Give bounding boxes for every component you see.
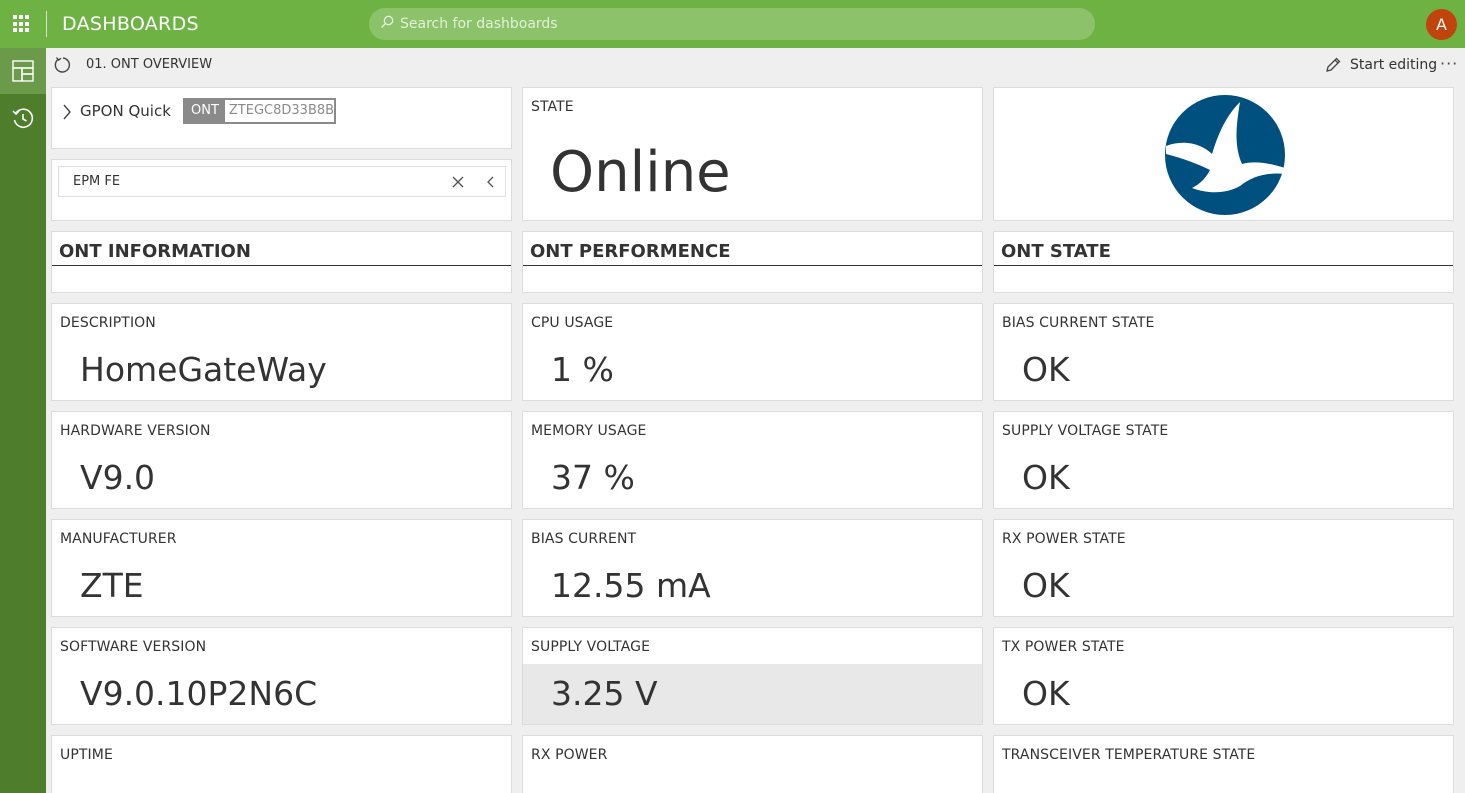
tile-value: V9.0.10P2N6C [80,674,318,713]
tile-value: OK [1022,350,1070,389]
transceiver-temperature-state-tile[interactable]: TRANSCEIVER TEMPERATURE STATE [993,735,1454,793]
tile-label: DESCRIPTION [60,315,156,331]
chip-key: ONT [185,100,225,122]
dashboards-icon [12,60,34,82]
dashboard-title: 01. ONT OVERVIEW [86,57,213,72]
logo-tile [993,87,1454,221]
bias-current-tile[interactable]: BIAS CURRENT 12.55 mA [522,519,983,617]
tile-label: CPU USAGE [531,315,614,331]
tile-value: 3.25 V [551,674,658,713]
tile-label: SUPPLY VOLTAGE STATE [1002,423,1169,439]
hardware-version-tile[interactable]: HARDWARE VERSION V9.0 [51,411,512,509]
dashboard-header [46,48,1465,82]
section-ont-performance: ONT PERFORMENCE [522,231,983,293]
state-tile: STATE Online [522,87,983,221]
combo-value: EPM FE [73,174,121,189]
search-icon [381,15,394,28]
tile-label: MEMORY USAGE [531,423,647,439]
left-rail [0,48,46,793]
section-title: ONT STATE [1001,241,1111,262]
tile-label: UPTIME [60,747,113,763]
software-version-tile[interactable]: SOFTWARE VERSION V9.0.10P2N6C [51,627,512,725]
tile-label: SOFTWARE VERSION [60,639,207,655]
tile-value: OK [1022,674,1070,713]
uptime-tile[interactable]: UPTIME [51,735,512,793]
tile-value: ZTE [80,566,144,605]
section-ont-state: ONT STATE [993,231,1454,293]
section-divider [994,265,1453,266]
supply-voltage-state-tile[interactable]: SUPPLY VOLTAGE STATE OK [993,411,1454,509]
chevron-left-icon[interactable] [484,175,498,189]
tile-value: OK [1022,458,1070,497]
section-divider [523,265,982,266]
tile-label: TX POWER STATE [1002,639,1125,655]
dashboards-nav-button[interactable] [0,48,46,94]
bird-logo-icon [1165,95,1285,215]
memory-usage-tile[interactable]: MEMORY USAGE 37 % [522,411,983,509]
tile-value: 37 % [551,458,635,497]
supply-voltage-tile[interactable]: SUPPLY VOLTAGE 3.25 V [522,627,983,725]
history-nav-button[interactable] [0,96,46,142]
app-title[interactable]: DASHBOARDS [62,13,199,35]
divider [46,11,47,37]
search-input[interactable] [400,8,1080,40]
clear-icon[interactable] [451,175,465,189]
bias-current-state-tile[interactable]: BIAS CURRENT STATE OK [993,303,1454,401]
state-label: STATE [531,99,574,115]
tile-label: BIAS CURRENT [531,531,637,547]
description-tile[interactable]: DESCRIPTION HomeGateWay [51,303,512,401]
section-ont-information: ONT INFORMATION [51,231,512,293]
section-title: ONT INFORMATION [59,241,251,262]
tx-power-state-tile[interactable]: TX POWER STATE OK [993,627,1454,725]
region-combobox[interactable]: EPM FE [58,166,506,197]
tile-label: HARDWARE VERSION [60,423,211,439]
section-divider [52,265,511,266]
tile-label: TRANSCEIVER TEMPERATURE STATE [1002,747,1256,763]
history-icon [12,108,34,129]
refresh-icon[interactable] [54,56,72,74]
tile-label: RX POWER STATE [1002,531,1126,547]
chevron-right-icon[interactable] [62,104,72,120]
tile-label: RX POWER [531,747,608,763]
tile-label: SUPPLY VOLTAGE [531,639,651,655]
app-launcher-icon[interactable] [13,15,31,33]
rx-power-state-tile[interactable]: RX POWER STATE OK [993,519,1454,617]
tile-value: HomeGateWay [80,350,327,389]
pencil-icon [1326,57,1341,72]
tile-value: 1 % [551,350,614,389]
tile-label: MANUFACTURER [60,531,177,547]
tile-value: V9.0 [80,458,156,497]
ont-filter-chip[interactable]: ONT ZTEGC8D33B8B [183,98,336,124]
tile-label: BIAS CURRENT STATE [1002,315,1155,331]
cpu-usage-tile[interactable]: CPU USAGE 1 % [522,303,983,401]
tile-value: 12.55 mA [551,566,711,605]
manufacturer-tile[interactable]: MANUFACTURER ZTE [51,519,512,617]
section-title: ONT PERFORMENCE [530,241,731,262]
state-value: Online [550,140,731,205]
tile-value: OK [1022,566,1070,605]
start-editing-button[interactable]: Start editing [1324,55,1437,75]
start-editing-label: Start editing [1350,57,1438,73]
more-options-button[interactable]: ··· [1440,54,1458,73]
chip-value: ZTEGC8D33B8B [228,103,335,118]
avatar[interactable]: A [1426,9,1457,40]
rx-power-tile[interactable]: RX POWER [522,735,983,793]
filter-label: GPON Quick [80,102,171,120]
